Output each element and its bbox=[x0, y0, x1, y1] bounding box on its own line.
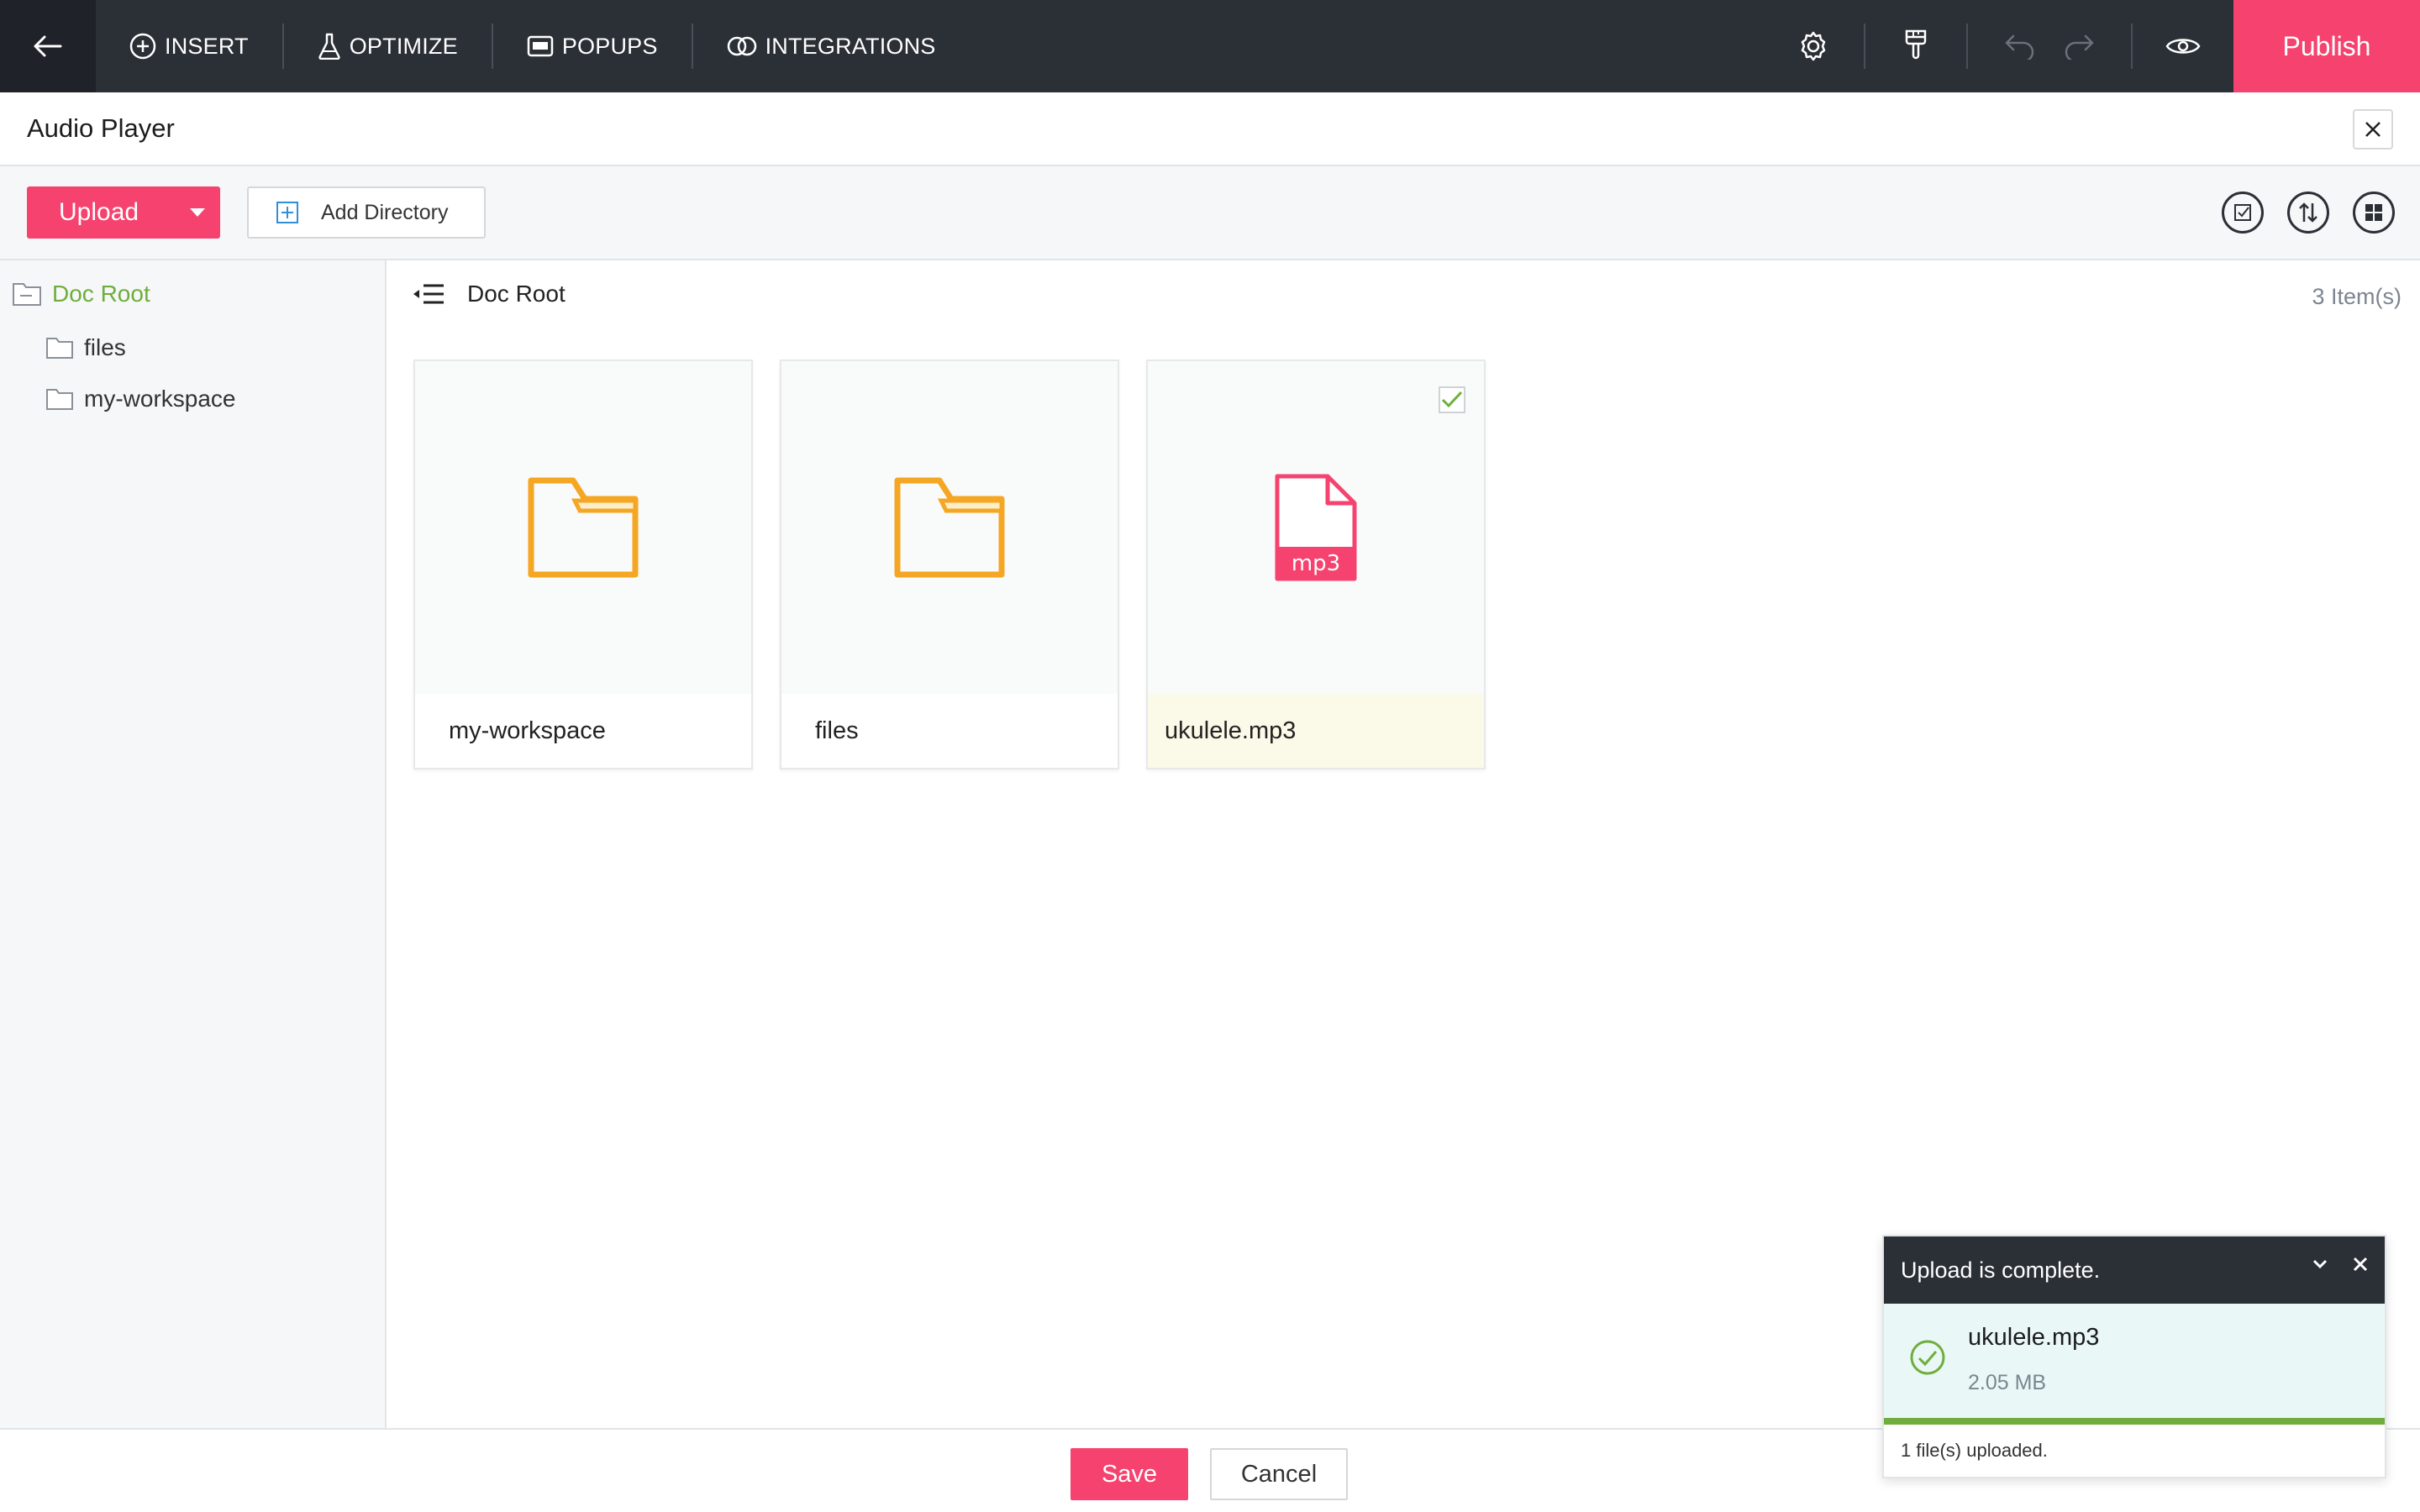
back-button[interactable] bbox=[0, 0, 96, 92]
upload-status-title: Upload is complete. bbox=[1901, 1257, 2101, 1283]
sort-icon bbox=[2299, 202, 2317, 223]
tree-item-label: Doc Root bbox=[52, 281, 150, 307]
grid-icon bbox=[2365, 204, 2382, 221]
folder-card-files[interactable]: files bbox=[780, 360, 1119, 769]
file-card-ukulele[interactable]: mp3 ukulele.mp3 bbox=[1146, 360, 1486, 769]
selected-checkbox[interactable] bbox=[1439, 386, 1465, 413]
mp3-file-icon: mp3 bbox=[1275, 474, 1357, 581]
upload-file-row: ukulele.mp3 2.05 MB bbox=[1884, 1304, 2385, 1418]
preview-button[interactable] bbox=[2133, 0, 2233, 92]
cancel-button[interactable]: Cancel bbox=[1210, 1448, 1348, 1500]
menu-insert[interactable]: INSERT bbox=[96, 24, 282, 69]
card-name: files bbox=[815, 717, 859, 744]
flask-icon bbox=[318, 33, 340, 60]
tree-item-my-workspace[interactable]: my-workspace bbox=[45, 386, 235, 412]
folder-icon bbox=[46, 389, 73, 410]
eye-icon bbox=[2165, 39, 2201, 54]
history-controls bbox=[1968, 0, 2131, 92]
plus-circle-icon bbox=[129, 33, 156, 60]
settings-button[interactable] bbox=[1763, 0, 1864, 92]
file-type-badge: mp3 bbox=[1292, 551, 1340, 576]
add-directory-label: Add Directory bbox=[321, 200, 449, 224]
menu-insert-label: INSERT bbox=[165, 33, 249, 59]
breadcrumb-current: Doc Root bbox=[467, 281, 566, 307]
folder-icon bbox=[894, 477, 1005, 578]
menu-popups[interactable]: POPUPS bbox=[493, 24, 692, 69]
folder-icon bbox=[46, 338, 73, 359]
tree-item-doc-root[interactable]: Doc Root bbox=[12, 281, 150, 307]
item-count: 3 Item(s) bbox=[2312, 284, 2402, 309]
add-folder-icon bbox=[276, 202, 298, 223]
dialog-title: Audio Player bbox=[27, 113, 175, 143]
checkbox-icon bbox=[2234, 204, 2251, 221]
tree-item-label: files bbox=[84, 334, 126, 360]
menu-popups-label: POPUPS bbox=[561, 33, 658, 59]
top-bar: INSERT OPTIMIZE POPUPS INTEGRATIONS Publ… bbox=[0, 0, 2420, 92]
sort-button[interactable] bbox=[2287, 192, 2329, 234]
folder-icon bbox=[528, 477, 639, 578]
save-button[interactable]: Save bbox=[1071, 1448, 1188, 1500]
undo-icon[interactable] bbox=[2003, 33, 2037, 60]
dialog-header: Audio Player bbox=[0, 92, 2420, 166]
publish-button[interactable]: Publish bbox=[2233, 0, 2420, 92]
select-mode-button[interactable] bbox=[2222, 192, 2264, 234]
upload-summary: 1 file(s) uploaded. bbox=[1901, 1440, 2048, 1461]
menu-integrations-label: INTEGRATIONS bbox=[765, 33, 936, 59]
theme-button[interactable] bbox=[1865, 0, 1966, 92]
menu-optimize[interactable]: OPTIMIZE bbox=[284, 24, 492, 69]
upload-status-header: Upload is complete. bbox=[1884, 1236, 2385, 1304]
arrow-left-icon bbox=[34, 35, 62, 57]
card-thumbnail bbox=[781, 361, 1118, 694]
upload-status-panel: Upload is complete. ukulele.mp3 2.05 MB … bbox=[1882, 1235, 2386, 1478]
chevron-down-icon bbox=[2312, 1259, 2328, 1269]
checkmark-icon bbox=[1441, 391, 1463, 408]
add-directory-button[interactable]: Add Directory bbox=[247, 186, 486, 239]
uploaded-file-size: 2.05 MB bbox=[1968, 1371, 2047, 1394]
redo-icon[interactable] bbox=[2062, 33, 2096, 60]
file-toolbar: Upload Add Directory bbox=[0, 166, 2420, 260]
tree-item-files[interactable]: files bbox=[45, 334, 126, 361]
menu-integrations[interactable]: INTEGRATIONS bbox=[693, 24, 970, 69]
close-toast-button[interactable] bbox=[2349, 1253, 2371, 1275]
caret-down-icon bbox=[189, 208, 205, 217]
card-thumbnail: mp3 bbox=[1148, 361, 1484, 694]
upload-progress-bar bbox=[1884, 1418, 2385, 1425]
card-thumbnail bbox=[415, 361, 751, 694]
gear-icon bbox=[1801, 31, 1826, 61]
popup-window-icon bbox=[527, 35, 554, 57]
view-controls bbox=[2222, 192, 2395, 234]
close-icon bbox=[2353, 1257, 2368, 1272]
upload-label: Upload bbox=[59, 198, 139, 226]
directory-tree: Doc Root files my-workspace bbox=[0, 260, 387, 1428]
close-icon bbox=[2365, 122, 2381, 137]
collapse-sidebar-icon[interactable] bbox=[412, 283, 445, 305]
close-dialog-button[interactable] bbox=[2353, 109, 2393, 150]
collapse-button[interactable] bbox=[2309, 1253, 2331, 1275]
success-check-icon bbox=[1910, 1340, 1945, 1375]
card-name: my-workspace bbox=[449, 717, 606, 744]
link-rings-icon bbox=[727, 36, 756, 56]
menu-optimize-label: OPTIMIZE bbox=[349, 33, 458, 59]
paint-brush-icon bbox=[1905, 29, 1927, 60]
upload-status-controls bbox=[2309, 1253, 2371, 1275]
grid-view-button[interactable] bbox=[2353, 192, 2395, 234]
breadcrumb: Doc Root bbox=[412, 281, 566, 307]
card-name: ukulele.mp3 bbox=[1148, 694, 1484, 768]
upload-button[interactable]: Upload bbox=[27, 186, 220, 239]
uploaded-file-name: ukulele.mp3 bbox=[1968, 1324, 2100, 1351]
main-menu: INSERT OPTIMIZE POPUPS INTEGRATIONS bbox=[96, 0, 970, 92]
tree-item-label: my-workspace bbox=[84, 386, 236, 412]
folder-open-icon bbox=[13, 283, 41, 306]
top-actions: Publish bbox=[1763, 0, 2420, 92]
upload-dropdown-toggle[interactable] bbox=[174, 208, 220, 217]
upload-progress-fill bbox=[1884, 1418, 2385, 1425]
folder-card-my-workspace[interactable]: my-workspace bbox=[413, 360, 753, 769]
